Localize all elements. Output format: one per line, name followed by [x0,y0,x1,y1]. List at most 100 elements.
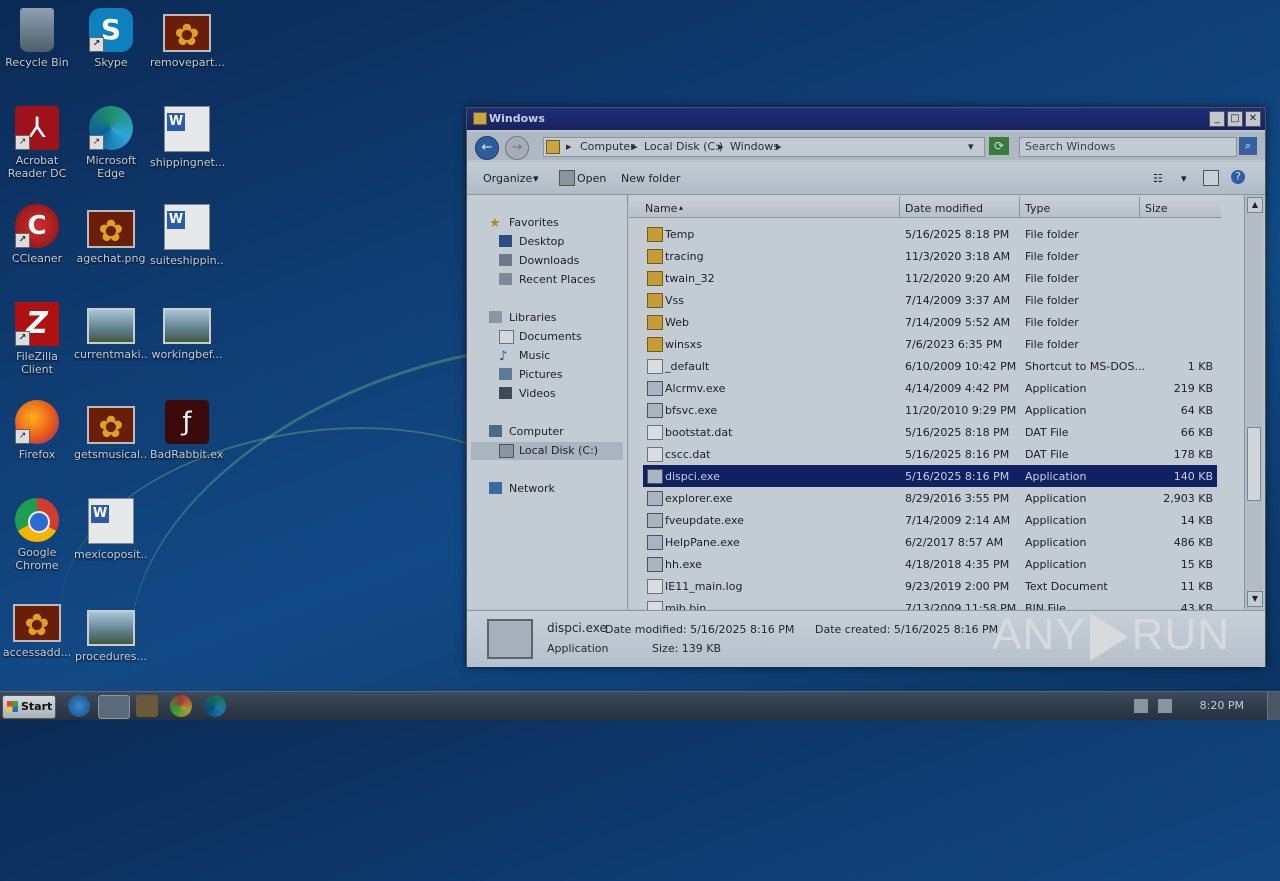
breadcrumb-local-disk[interactable]: Local Disk (C:) [644,140,723,153]
minimize-button[interactable]: _ [1209,111,1225,127]
column-name[interactable]: Name [645,202,677,215]
file-row[interactable]: fveupdate.exe 7/14/2009 2:14 AM Applicatio… [643,509,1217,531]
file-name: IE11_main.log [665,580,743,593]
ie-taskbar-icon[interactable] [68,695,90,717]
nav-desktop[interactable]: Desktop [519,235,564,248]
window-titlebar[interactable]: Windows _ □ ✕ [467,108,1265,130]
file-row[interactable]: tracing 11/3/2020 3:18 AM File folder [643,245,1217,267]
explorer-taskbar-icon[interactable] [98,695,130,719]
desktop-icon-removepart[interactable]: removepart... [150,0,224,69]
maximize-button[interactable]: □ [1227,111,1243,127]
nav-downloads[interactable]: Downloads [519,254,579,267]
file-row[interactable]: HelpPane.exe 6/2/2017 8:57 AM Application 4… [643,531,1217,553]
image-file-icon [87,308,135,344]
chrome-icon [15,498,59,542]
folder-icon [546,140,560,154]
file-row[interactable]: Vss 7/14/2009 3:37 AM File folder [643,289,1217,311]
edge-taskbar-icon[interactable] [204,695,226,717]
desktop-icon-accessadd[interactable]: accessadd... [0,596,74,659]
desktop-icon-suiteshippin[interactable]: suiteshippin... [150,196,224,267]
address-bar[interactable]: ▸ Computer ▸ Local Disk (C:) ▸ Windows ▸… [543,137,985,157]
desktop-icon-badrabbit[interactable]: ƒ BadRabbit.exe [150,392,224,461]
file-row[interactable]: dispci.exe 5/16/2025 8:16 PM Application 14… [643,465,1217,487]
desktop-icon-agechat[interactable]: agechat.png [74,196,148,265]
new-folder-button[interactable]: New folder [621,172,680,185]
file-row[interactable]: bfsvc.exe 11/20/2010 9:29 PM Application 64… [643,399,1217,421]
desktop-icon-edge[interactable]: ↗ Microsoft Edge [74,98,148,180]
file-row[interactable]: bootstat.dat 5/16/2025 8:18 PM DAT File 66 … [643,421,1217,443]
scroll-down-arrow-icon[interactable]: ▼ [1247,591,1263,607]
file-row[interactable]: Web 7/14/2009 5:52 AM File folder [643,311,1217,333]
column-type[interactable]: Type [1025,202,1050,215]
desktop-icon-filezilla[interactable]: Z ↗ FileZilla Client [0,294,74,376]
column-date-modified[interactable]: Date modified [905,202,983,215]
file-icon [647,447,663,462]
nav-documents[interactable]: Documents [519,330,582,343]
scroll-up-arrow-icon[interactable]: ▲ [1247,197,1263,213]
volume-icon[interactable] [1134,699,1148,713]
open-button[interactable]: Open [577,172,606,185]
desktop-icon-acrobat[interactable]: ⅄ ↗ Acrobat Reader DC [0,98,74,180]
refresh-button[interactable]: ⟳ [989,137,1009,155]
nav-videos[interactable]: Videos [519,387,556,400]
file-row[interactable]: _default 6/10/2009 10:42 PM Shortcut to MS… [643,355,1217,377]
nav-computer[interactable]: Computer [509,425,564,438]
recent-places-icon [499,273,512,285]
chevron-down-icon[interactable]: ▾ [1181,172,1187,185]
desktop-icon-workingbef[interactable]: workingbef... [150,294,224,361]
address-dropdown-icon[interactable]: ▾ [968,140,974,153]
nav-network[interactable]: Network [509,482,555,495]
desktop-icon-skype[interactable]: S ↗ Skype [74,0,148,69]
desktop-icon-recycle-bin[interactable]: Recycle Bin [0,0,74,69]
search-icon[interactable]: ⌕ [1239,137,1257,155]
start-button[interactable]: Start [2,695,56,719]
nav-recent-places[interactable]: Recent Places [519,273,596,286]
organize-button[interactable]: Organize [483,172,532,185]
back-button[interactable]: ← [475,136,499,160]
file-date-modified: 7/14/2009 2:14 AM [905,514,1011,527]
breadcrumb-computer[interactable]: Computer [580,140,635,153]
desktop-icon-mexicoposit[interactable]: mexicoposit... [74,490,148,561]
show-desktop-button[interactable] [1267,692,1280,720]
view-options-icon[interactable]: ☷ [1153,172,1163,185]
nav-music[interactable]: Music [519,349,550,362]
folder-icon [647,271,663,286]
file-row[interactable]: cscc.dat 5/16/2025 8:16 PM DAT File 178 KB [643,443,1217,465]
search-input[interactable]: Search Windows [1019,137,1237,157]
desktop-icon-procedures[interactable]: procedures... [74,596,148,663]
scrollbar-thumb[interactable] [1247,427,1261,501]
file-row[interactable]: twain_32 11/2/2020 9:20 AM File folder [643,267,1217,289]
desktop-icon-getsmusical[interactable]: getsmusical... [74,392,148,461]
file-row[interactable]: hh.exe 4/18/2018 4:35 PM Application 15 KB [643,553,1217,575]
nav-libraries[interactable]: Libraries [509,311,557,324]
desktop-icon-chrome[interactable]: Google Chrome [0,490,74,572]
desktop-icon-label: getsmusical... [74,448,148,461]
nav-local-disk[interactable]: Local Disk (C:) [519,444,598,457]
forward-button[interactable]: → [505,136,529,160]
chevron-down-icon[interactable]: ▾ [533,172,539,185]
desktop-icon-ccleaner[interactable]: C ↗ CCleaner [0,196,74,265]
file-row[interactable]: explorer.exe 8/29/2016 3:55 PM Application… [643,487,1217,509]
desktop-icon-shippingnet[interactable]: shippingnet... [150,98,224,169]
media-player-taskbar-icon[interactable] [136,695,158,717]
file-row[interactable]: Temp 5/16/2025 8:18 PM File folder [643,223,1217,245]
network-tray-icon[interactable] [1158,699,1172,713]
clock[interactable]: 8:20 PM [1200,699,1244,712]
breadcrumb-windows[interactable]: Windows [730,140,779,153]
help-icon[interactable]: ? [1231,170,1245,184]
chrome-taskbar-icon[interactable] [170,695,192,717]
application-icon [647,513,663,528]
file-row[interactable]: IE11_main.log 9/23/2019 2:00 PM Text Docum… [643,575,1217,597]
column-size[interactable]: Size [1145,202,1168,215]
nav-pictures[interactable]: Pictures [519,368,563,381]
desktop-icon-currentmaki[interactable]: currentmaki... [74,294,148,361]
vertical-scrollbar[interactable]: ▲ ▼ [1244,195,1263,609]
desktop-icon-firefox[interactable]: ↗ Firefox [0,392,74,461]
file-row[interactable]: Alcrmv.exe 4/14/2009 4:42 PM Application 21… [643,377,1217,399]
nav-favorites[interactable]: Favorites [509,216,559,229]
file-size: 64 KB [1180,404,1213,417]
preview-pane-icon[interactable] [1203,170,1219,186]
file-date-modified: 8/29/2016 3:55 PM [905,492,1010,505]
close-button[interactable]: ✕ [1245,111,1261,127]
file-row[interactable]: winsxs 7/6/2023 6:35 PM File folder [643,333,1217,355]
